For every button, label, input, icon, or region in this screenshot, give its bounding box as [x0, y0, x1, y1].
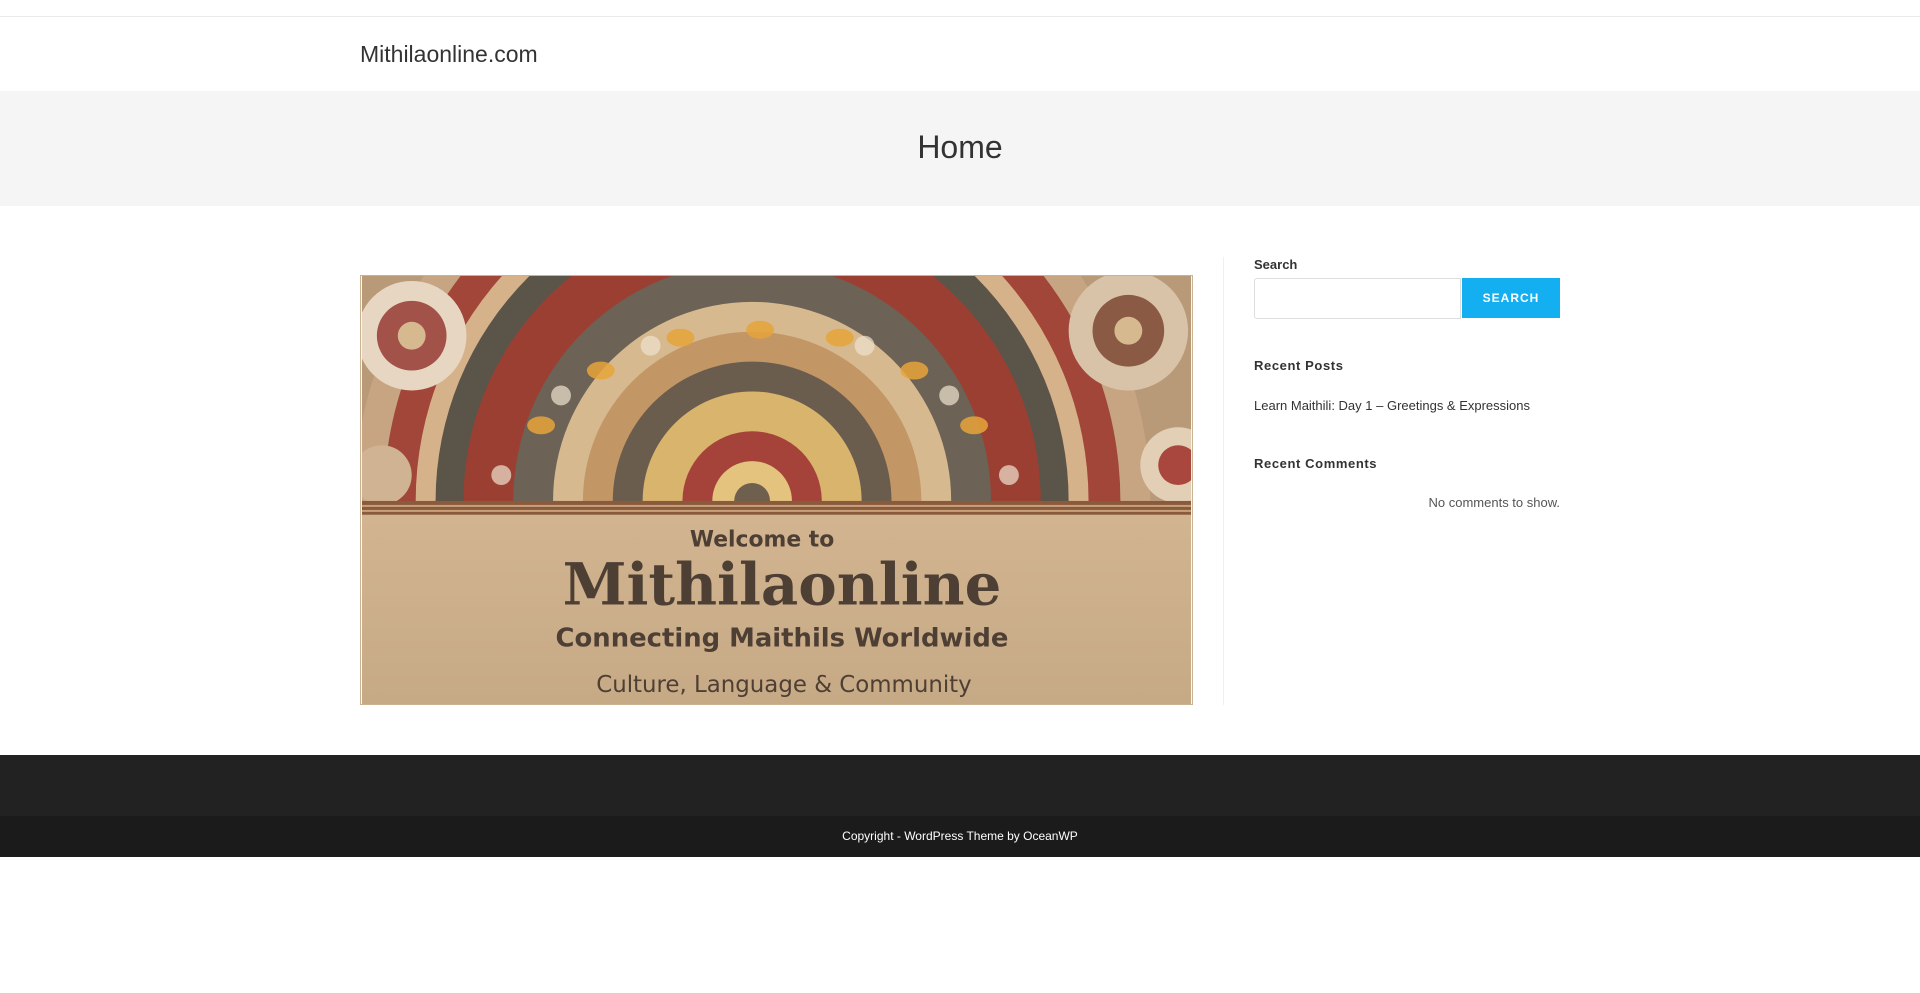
main-content: Welcome to Mithilaonline Connecting Mait… [360, 275, 1193, 705]
hero-image: Welcome to Mithilaonline Connecting Mait… [360, 275, 1193, 705]
search-input[interactable] [1254, 278, 1461, 319]
search-button[interactable]: SEARCH [1462, 278, 1560, 318]
footer-widgets [0, 755, 1920, 816]
page-header: Home [0, 91, 1920, 206]
footer-bottom: Copyright - WordPress Theme by OceanWP [0, 816, 1920, 857]
recent-posts-title: Recent Posts [1254, 358, 1344, 373]
site-title-link[interactable]: Mithilaonline.com [360, 41, 538, 68]
recent-comments-title: Recent Comments [1254, 456, 1378, 471]
search-label: Search [1254, 257, 1298, 272]
sidebar-divider [1223, 257, 1224, 705]
copyright-text: Copyright - WordPress Theme by OceanWP [842, 829, 1078, 843]
top-bar [0, 0, 1920, 17]
hero-brand-text: Mithilaonline [563, 550, 1002, 618]
search-form: SEARCH [1254, 278, 1560, 319]
page-title: Home [917, 129, 1003, 165]
sidebar: Search SEARCH Recent Posts Learn Maithil… [1254, 257, 1560, 510]
hero-welcome-text: Welcome to [690, 528, 834, 553]
hero-subtitle-text: Culture, Language & Community [596, 672, 971, 698]
no-comments-text: No comments to show. [1428, 495, 1561, 510]
hero-tagline-text: Connecting Maithils Worldwide [556, 623, 1009, 653]
recent-post-link[interactable]: Learn Maithili: Day 1 – Greetings & Expr… [1254, 398, 1530, 413]
site-header: Mithilaonline.com [0, 17, 1920, 91]
